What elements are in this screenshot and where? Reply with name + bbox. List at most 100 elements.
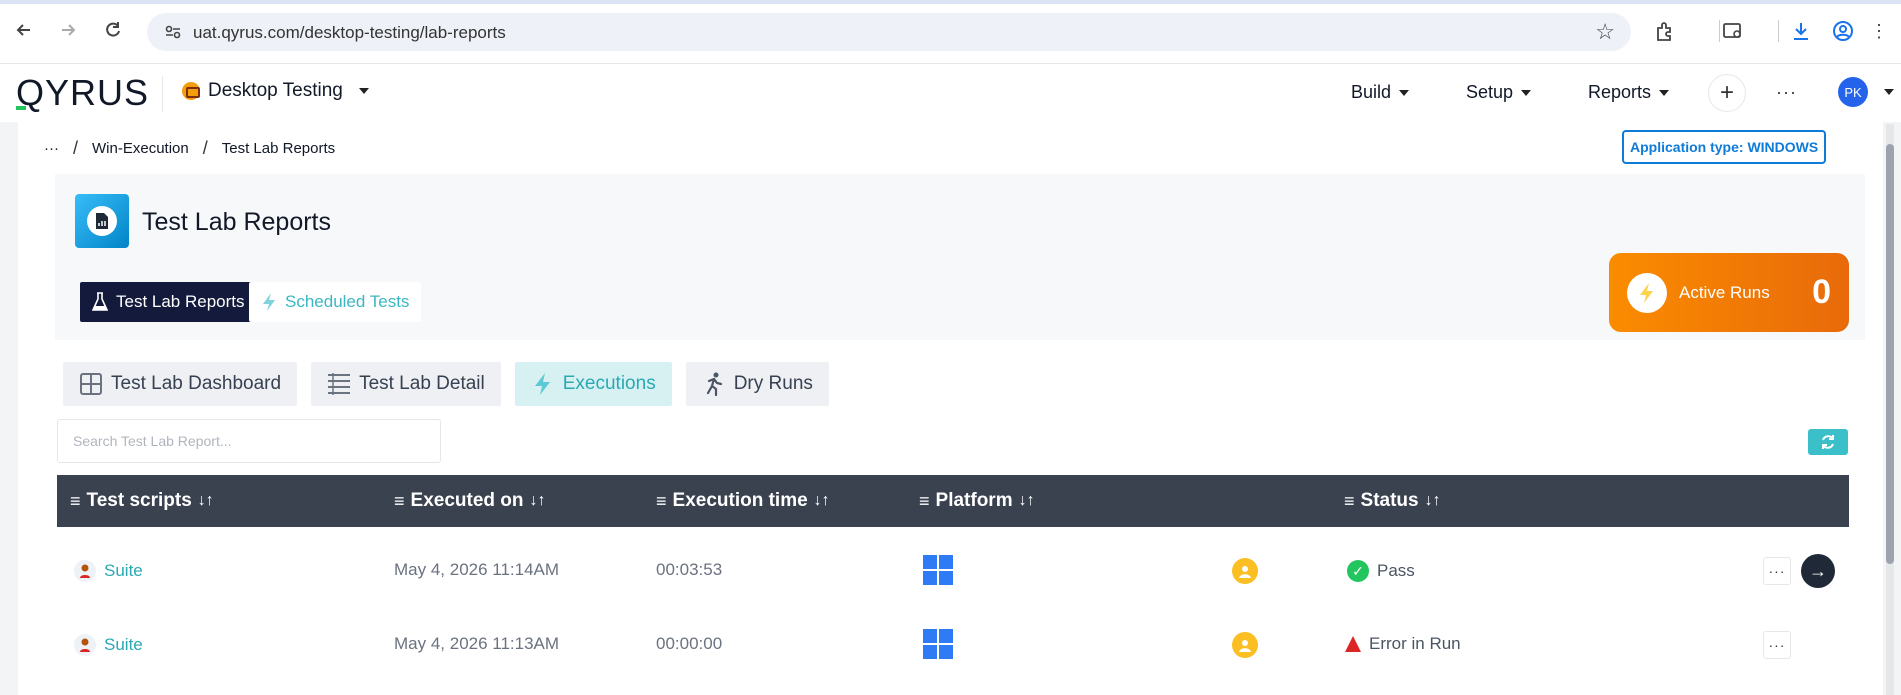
workspace-dropdown[interactable]: Desktop Testing [182,80,369,102]
subtab-test-lab-detail[interactable]: Test Lab Detail [311,362,501,406]
url-text[interactable]: uat.qyrus.com/desktop-testing/lab-report… [193,23,506,43]
row-more-button[interactable]: ··· [1763,631,1791,659]
column-menu-icon[interactable]: ≡ [394,491,405,512]
sort-icon[interactable]: ↓↑ [814,492,830,510]
column-menu-icon[interactable]: ≡ [1344,491,1355,512]
main-panel: ··· / Win-Execution / Test Lab Reports A… [18,122,1883,695]
column-label: Execution time [672,490,808,511]
menu-build-label: Build [1351,82,1392,102]
breadcrumb-ellipsis[interactable]: ··· [44,140,59,157]
column-menu-icon[interactable]: ≡ [656,491,667,512]
menu-setup[interactable]: Setup [1466,82,1532,103]
lightning-icon [531,372,555,396]
suite-link[interactable]: Suite [74,634,143,656]
lightning-icon [263,293,275,311]
executed-on: May 4, 2026 11:14AM [394,560,560,579]
report-icon [75,194,129,248]
menu-setup-label: Setup [1466,82,1514,102]
chevron-down-icon [1659,89,1670,96]
tab-strip [0,0,1901,4]
avatar[interactable]: PK [1838,77,1868,107]
suite-link[interactable]: Suite [74,560,143,582]
address-bar[interactable]: uat.qyrus.com/desktop-testing/lab-report… [147,13,1631,51]
sort-icon[interactable]: ↓↑ [1019,492,1035,510]
scrollbar-thumb[interactable] [1886,144,1894,564]
executed-on: May 4, 2026 11:13AM [394,634,560,653]
download-icon[interactable] [1788,18,1814,44]
tab-test-lab-reports[interactable]: Test Lab Reports [80,282,257,322]
column-label: Platform [935,490,1013,511]
column-test-scripts[interactable]: ≡ Test scripts ↓↑ [70,490,214,512]
script-name[interactable]: Suite [104,635,143,655]
dashboard-grid-icon [79,372,103,396]
subtab-executions[interactable]: Executions [514,362,672,406]
table-row[interactable]: Suite May 4, 2026 11:13AM 00:00:00 Error… [57,608,1849,682]
chevron-down-icon [1521,89,1532,96]
add-icon[interactable]: + [1708,74,1746,112]
column-menu-icon[interactable]: ≡ [70,491,81,512]
subtab-test-lab-dashboard[interactable]: Test Lab Dashboard [63,362,298,406]
suite-icon [74,560,96,582]
user-icon[interactable] [1232,558,1258,584]
menu-build[interactable]: Build [1351,82,1410,103]
column-platform[interactable]: ≡ Platform ↓↑ [919,490,1035,512]
warning-cone-icon [1345,636,1361,652]
browser-chrome: uat.qyrus.com/desktop-testing/lab-report… [0,0,1901,64]
breadcrumb-separator: / [73,138,79,158]
arrow-right-icon[interactable]: → [1801,554,1835,588]
qyrus-logo[interactable]: QYRUS [16,72,149,113]
tab-scheduled-tests-label: Scheduled Tests [285,292,410,311]
app-header: QYRUS Desktop Testing Build Setup Report… [0,64,1901,122]
running-person-icon [702,372,726,396]
workspace-label: Desktop Testing [208,80,343,101]
chevron-down-icon [1399,89,1410,96]
sort-icon[interactable]: ↓↑ [1425,492,1441,510]
sort-icon[interactable]: ↓↑ [198,492,214,510]
subtab-test-lab-detail-label: Test Lab Detail [359,373,485,394]
back-arrow-icon[interactable] [10,16,38,44]
subtab-executions-label: Executions [562,373,656,394]
refresh-button[interactable] [1808,429,1848,455]
sort-icon[interactable]: ↓↑ [530,492,546,510]
tab-search-icon[interactable] [1720,18,1746,44]
column-execution-time[interactable]: ≡ Execution time ↓↑ [656,490,830,512]
active-runs-label: Active Runs [1679,282,1770,302]
tab-test-lab-reports-label: Test Lab Reports [116,292,245,311]
kebab-menu-icon[interactable]: ⋮ [1866,18,1892,44]
subtab-dry-runs[interactable]: Dry Runs [685,362,829,406]
chevron-down-icon[interactable] [1884,89,1894,95]
subtab-test-lab-dashboard-label: Test Lab Dashboard [111,373,282,394]
windows-icon [923,629,953,659]
status-badge: Error in Run [1345,634,1461,654]
site-settings-icon[interactable] [163,22,183,42]
user-icon[interactable] [1232,632,1258,658]
refresh-icon [1822,435,1834,449]
forward-arrow-icon[interactable] [54,16,82,44]
column-status[interactable]: ≡ Status ↓↑ [1344,490,1441,512]
desktop-testing-icon [182,82,200,100]
column-menu-icon[interactable]: ≡ [919,491,930,512]
breadcrumb-item-test-lab-reports: Test Lab Reports [221,140,336,157]
row-more-button[interactable]: ··· [1763,557,1791,585]
table-row[interactable]: Suite May 4, 2026 11:14AM 00:03:53 ✓ Pas… [57,534,1849,608]
subtab-dry-runs-label: Dry Runs [733,373,813,394]
search-input[interactable] [57,419,441,463]
status-badge: ✓ Pass [1347,560,1415,582]
menu-reports[interactable]: Reports [1588,82,1670,103]
page-title: Test Lab Reports [142,208,331,236]
divider [162,76,163,112]
scrollbar[interactable] [1886,124,1894,695]
lightning-icon [1627,272,1667,313]
more-options-icon[interactable]: ··· [1776,82,1797,103]
reload-icon[interactable] [99,16,127,44]
tab-scheduled-tests[interactable]: Scheduled Tests [249,282,422,322]
windows-icon [923,555,953,585]
column-executed-on[interactable]: ≡ Executed on ↓↑ [394,490,546,512]
script-name[interactable]: Suite [104,561,143,581]
breadcrumb-separator: / [202,138,208,158]
breadcrumb-item-win-execution[interactable]: Win-Execution [92,140,189,157]
profile-icon[interactable] [1830,18,1856,44]
bookmark-star-icon[interactable]: ☆ [1595,19,1615,45]
column-label: Status [1360,490,1419,511]
extensions-icon[interactable] [1652,18,1678,44]
